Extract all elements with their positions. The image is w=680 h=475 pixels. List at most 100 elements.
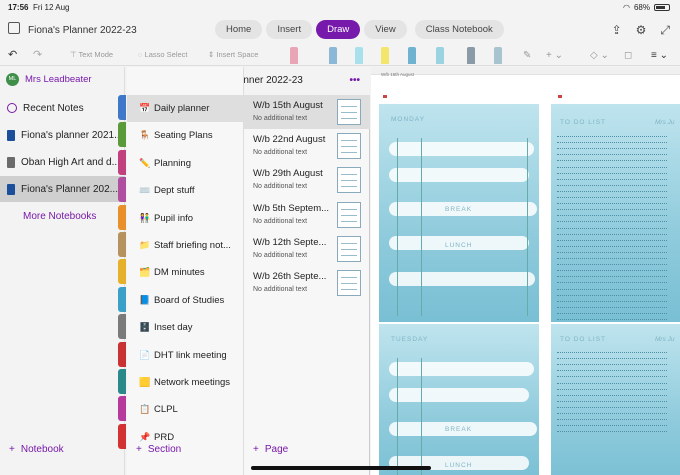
section-color-tab[interactable] [118, 286, 126, 312]
todo-line [557, 197, 667, 198]
page-thumbnail [337, 167, 361, 194]
recent-notes-item[interactable]: Recent Notes [0, 95, 125, 121]
marker [558, 95, 562, 98]
tab-view[interactable]: View [364, 20, 407, 39]
page-item[interactable]: W/b 22nd August No additional text [244, 129, 370, 163]
section-item[interactable]: 👫 Pupil info [127, 205, 244, 232]
section-color-tab[interactable] [118, 369, 126, 394]
section-item[interactable]: 🪑 Seating Plans [127, 122, 244, 149]
ink-to-shape-icon[interactable]: ◻ [624, 50, 632, 61]
section-color-tab[interactable] [118, 314, 126, 340]
section-color-tab[interactable] [118, 122, 126, 148]
add-section-button[interactable]: + Section [136, 444, 181, 455]
avatar: ML [6, 73, 19, 86]
page-item[interactable]: W/b 26th Septe... No additional text [244, 266, 370, 300]
section-color-tab[interactable] [118, 95, 126, 120]
section-color-tab[interactable] [118, 259, 126, 285]
section-item[interactable]: 🗄️ Inset day [127, 314, 244, 341]
section-item[interactable]: 📋 CLPL [127, 396, 244, 423]
tab-draw[interactable]: Draw [316, 20, 361, 39]
page-subtitle: No additional text [253, 149, 308, 157]
brush-band [389, 388, 529, 402]
settings-gear-icon[interactable]: ⚙ [636, 23, 647, 38]
section-color-tab[interactable] [118, 177, 126, 203]
section-item[interactable]: ⌨️ Dept stuff [127, 177, 244, 204]
page-thumbnail [337, 133, 361, 160]
redo-icon[interactable]: ↷ [33, 48, 42, 61]
section-color-tab[interactable] [118, 341, 126, 367]
account-row[interactable]: ML Mrs Leadbeater [6, 73, 92, 86]
shapes-icon[interactable]: ◇ ⌄ [590, 50, 609, 61]
section-icon: 📘 [139, 294, 151, 305]
more-notebooks-link[interactable]: More Notebooks [23, 211, 96, 222]
page-canvas[interactable]: W/b 15th August MONDAY BREAK LUNCH TUESD… [371, 67, 680, 475]
tab-insert[interactable]: Insert [266, 20, 313, 39]
notebook-item-selected[interactable]: Fiona's Planner 202... [0, 176, 125, 202]
section-color-tab[interactable] [118, 204, 126, 230]
section-label: Seating Plans [154, 130, 213, 142]
add-pen-icon[interactable]: + ⌄ [546, 50, 563, 61]
add-notebook-button[interactable]: + Notebook [9, 444, 64, 455]
todo-line [557, 233, 667, 235]
add-page-button[interactable]: + Page [253, 444, 288, 455]
tab-home[interactable]: Home [215, 20, 263, 39]
section-color-tab[interactable] [118, 149, 126, 175]
notebook-item[interactable]: Oban High Art and d... [0, 149, 125, 175]
home-indicator[interactable] [251, 466, 431, 470]
todo-line [557, 245, 667, 247]
section-label: Dept stuff [154, 185, 195, 197]
page-title: W/b 12th Septe... [253, 236, 327, 248]
section-color-tab[interactable] [118, 232, 126, 257]
todo-line [557, 221, 667, 223]
pen-tool[interactable] [467, 47, 475, 64]
todo-line [557, 425, 667, 427]
pen-tool[interactable] [329, 47, 337, 64]
onenote-app: 17:56 Fri 12 Aug ◠ 68% Fiona's Planner 2… [0, 0, 680, 475]
pen-tool[interactable] [408, 47, 416, 64]
section-label: Planning [154, 157, 191, 169]
pen-tool[interactable]: ✎ [523, 50, 531, 61]
page-title: W/b 29th August [253, 168, 323, 180]
section-item[interactable]: 📅 Daily planner [127, 95, 244, 122]
section-item[interactable]: 🟨 Network meetings [127, 369, 244, 396]
tab-class-notebook[interactable]: Class Notebook [414, 20, 504, 39]
more-options-icon[interactable]: ≡ ⌄ [651, 50, 668, 61]
todo-line [557, 190, 667, 192]
todo-line [557, 282, 667, 284]
section-color-tab[interactable] [118, 396, 126, 422]
text-mode-label: Text Mode [78, 50, 114, 59]
account-name: Mrs Leadbeater [25, 74, 92, 85]
section-item[interactable]: 🗂️ DM minutes [127, 259, 244, 286]
section-color-tab[interactable] [118, 423, 126, 449]
section-item[interactable]: 📄 DHT link meeting [127, 342, 244, 369]
section-item[interactable]: ✏️ Planning [127, 150, 244, 177]
page-item[interactable]: W/b 12th Septe... No additional text [244, 232, 370, 266]
todo-line [557, 215, 667, 217]
notebook-item[interactable]: Fiona's planner 2021... [0, 122, 125, 148]
notebook-label: Oban High Art and d... [21, 156, 120, 168]
expand-icon[interactable]: ⤢ [660, 23, 670, 38]
page-ruler [371, 67, 680, 75]
section-item[interactable]: 📘 Board of Studies [127, 287, 244, 314]
page-item[interactable]: W/b 29th August No additional text [244, 163, 370, 197]
column-line [421, 138, 422, 316]
section-item[interactable]: 📁 Staff briefing not... [127, 232, 244, 259]
pen-tool[interactable] [494, 47, 502, 64]
text-mode-button[interactable]: ⊤ Text Mode [70, 50, 113, 59]
navigation-toggle-icon[interactable] [8, 22, 20, 34]
pen-tool[interactable] [436, 47, 444, 64]
page-title: W/b 15th August [253, 100, 323, 111]
insert-space-button[interactable]: ⇕ Insert Space [208, 50, 258, 59]
plus-icon: + [253, 444, 259, 455]
more-dots-icon[interactable]: ••• [349, 67, 360, 94]
pen-tool[interactable] [355, 47, 363, 64]
page-item[interactable]: W/b 5th Septem... No additional text [244, 198, 370, 232]
wifi-icon: ◠ [623, 3, 630, 12]
lasso-select-button[interactable]: ◌ Lasso Select [138, 50, 188, 59]
page-item[interactable]: W/b 15th August No additional text [244, 95, 370, 129]
share-icon[interactable]: ⇪ [612, 23, 622, 38]
highlighter-tool[interactable] [381, 47, 389, 64]
todo-line [557, 160, 667, 162]
undo-icon[interactable]: ↶ [8, 48, 17, 61]
pen-tool[interactable] [290, 47, 298, 64]
